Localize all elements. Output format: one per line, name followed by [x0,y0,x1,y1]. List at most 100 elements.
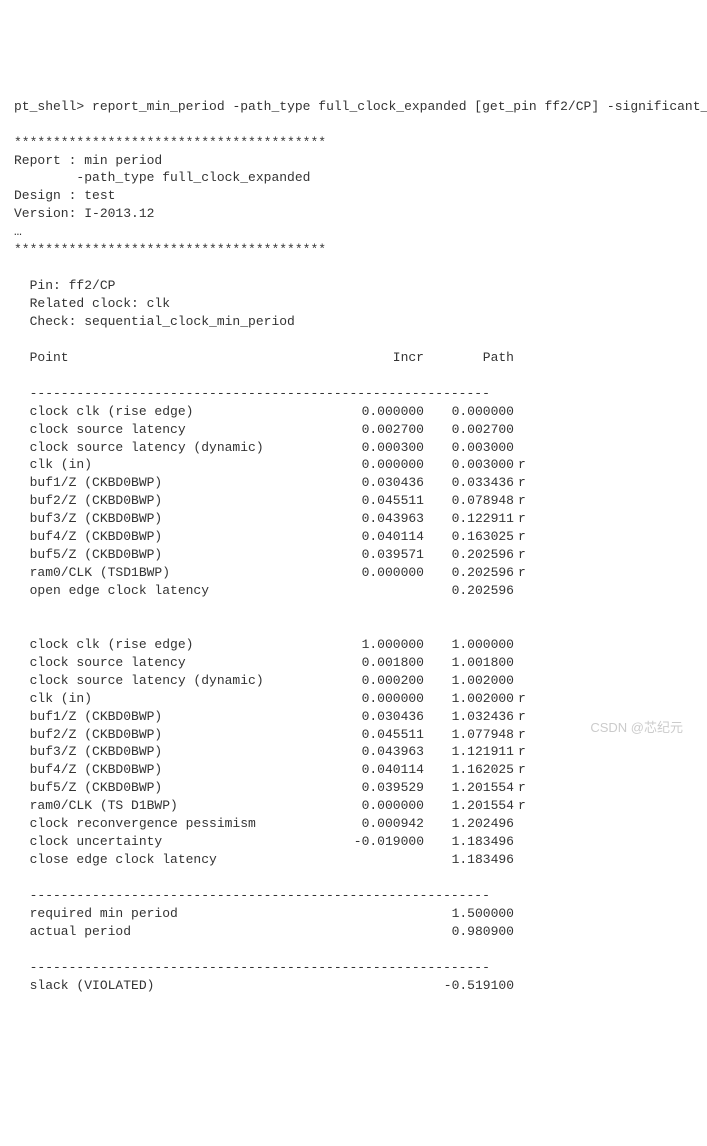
cell-point: actual period [14,923,334,941]
report-path-type: -path_type full_clock_expanded [14,170,310,185]
cell-flag [514,403,538,421]
cell-point: buf5/Z (CKBD0BWP) [14,779,334,797]
cell-path: 0.980900 [424,923,514,941]
cell-incr: 0.045511 [334,492,424,510]
cell-path: 0.202596 [424,546,514,564]
cell-path: 1.032436 [424,708,514,726]
cell-point: ram0/CLK (TSD1BWP) [14,564,334,582]
cell-incr: 0.000000 [334,456,424,474]
cell-point: clk (in) [14,690,334,708]
cell-flag [514,815,538,833]
table-row: buf3/Z (CKBD0BWP)0.0439631.121911r [14,743,693,761]
table-row: slack (VIOLATED)-0.519100 [14,977,693,995]
table-row: clock reconvergence pessimism0.0009421.2… [14,815,693,833]
cell-path: 1.183496 [424,851,514,869]
table-row: clk (in)0.0000000.003000r [14,456,693,474]
cell-incr: 0.045511 [334,726,424,744]
cell-flag: r [514,708,538,726]
cell-path: 0.122911 [424,510,514,528]
version-line: Version: I-2013.12 [14,206,154,221]
table-row: clock source latency0.0027000.002700 [14,421,693,439]
cell-path: 1.121911 [424,743,514,761]
cell-path: 1.001800 [424,654,514,672]
cell-point: ram0/CLK (TS D1BWP) [14,797,334,815]
cell-path: 0.003000 [424,439,514,457]
table-row: clock source latency (dynamic)0.0003000.… [14,439,693,457]
cell-path: 1.500000 [424,905,514,923]
cell-flag: r [514,743,538,761]
table-row: buf1/Z (CKBD0BWP)0.0304360.033436r [14,474,693,492]
dash-divider: ----------------------------------------… [14,960,490,975]
cell-flag [514,636,538,654]
cell-path: 0.033436 [424,474,514,492]
check-line: Check: sequential_clock_min_period [14,314,295,329]
cell-incr: 0.000000 [334,403,424,421]
table-row: buf3/Z (CKBD0BWP)0.0439630.122911r [14,510,693,528]
table-row: clock uncertainty-0.0190001.183496 [14,833,693,851]
cell-flag [514,439,538,457]
cell-incr: 0.000000 [334,690,424,708]
col-point: Point [14,349,334,367]
table-row: clk (in)0.0000001.002000r [14,690,693,708]
table-row: buf4/Z (CKBD0BWP)0.0401141.162025r [14,761,693,779]
cell-point: clock uncertainty [14,833,334,851]
table-row: actual period 0.980900 [14,923,693,941]
cell-path: 0.202596 [424,582,514,600]
cell-incr: 0.043963 [334,510,424,528]
cell-flag [514,977,538,995]
table-header: PointIncrPath [14,349,693,367]
cell-point: buf3/Z (CKBD0BWP) [14,743,334,761]
cell-path: 1.077948 [424,726,514,744]
cell-path: 1.202496 [424,815,514,833]
cell-incr [334,977,424,995]
ellipsis: … [14,224,22,239]
table-row: buf5/Z (CKBD0BWP)0.0395710.202596r [14,546,693,564]
cell-path: 0.000000 [424,403,514,421]
cell-flag: r [514,779,538,797]
col-path: Path [424,349,514,367]
report-label: Report : min period [14,153,162,168]
cell-path: 0.002700 [424,421,514,439]
cell-incr: 1.000000 [334,636,424,654]
cell-point: close edge clock latency [14,851,334,869]
cell-flag: r [514,761,538,779]
cell-incr: 0.000942 [334,815,424,833]
cell-point: buf4/Z (CKBD0BWP) [14,761,334,779]
table-row: clock clk (rise edge)0.0000000.000000 [14,403,693,421]
cell-path: 1.002000 [424,672,514,690]
cell-point: clock source latency [14,654,334,672]
table-row: clock source latency (dynamic)0.0002001.… [14,672,693,690]
cell-incr: 0.001800 [334,654,424,672]
cell-path: 1.201554 [424,779,514,797]
cell-incr: 0.030436 [334,708,424,726]
table-row: buf4/Z (CKBD0BWP)0.0401140.163025r [14,528,693,546]
cell-incr: -0.019000 [334,833,424,851]
cell-flag [514,833,538,851]
cell-point: buf3/Z (CKBD0BWP) [14,510,334,528]
cell-point: clock clk (rise edge) [14,403,334,421]
cell-incr [334,851,424,869]
cell-path: 1.183496 [424,833,514,851]
cell-point: buf5/Z (CKBD0BWP) [14,546,334,564]
cell-point: required min period [14,905,334,923]
cell-path: 1.162025 [424,761,514,779]
cell-path: 1.002000 [424,690,514,708]
cell-flag: r [514,690,538,708]
cell-incr: 0.000000 [334,797,424,815]
cell-path: 0.202596 [424,564,514,582]
cell-incr [334,582,424,600]
cell-flag [514,582,538,600]
cell-incr [334,905,424,923]
table-row: required min period 1.500000 [14,905,693,923]
cell-point: clock reconvergence pessimism [14,815,334,833]
cell-point: buf2/Z (CKBD0BWP) [14,492,334,510]
cell-incr: 0.000300 [334,439,424,457]
cell-flag: r [514,528,538,546]
cell-flag: r [514,726,538,744]
design-line: Design : test [14,188,115,203]
table-row: open edge clock latency 0.202596 [14,582,693,600]
terminal-output: pt_shell> report_min_period -path_type f… [14,80,693,1013]
cell-incr: 0.000000 [334,564,424,582]
cell-incr: 0.039529 [334,779,424,797]
cell-point: open edge clock latency [14,582,334,600]
